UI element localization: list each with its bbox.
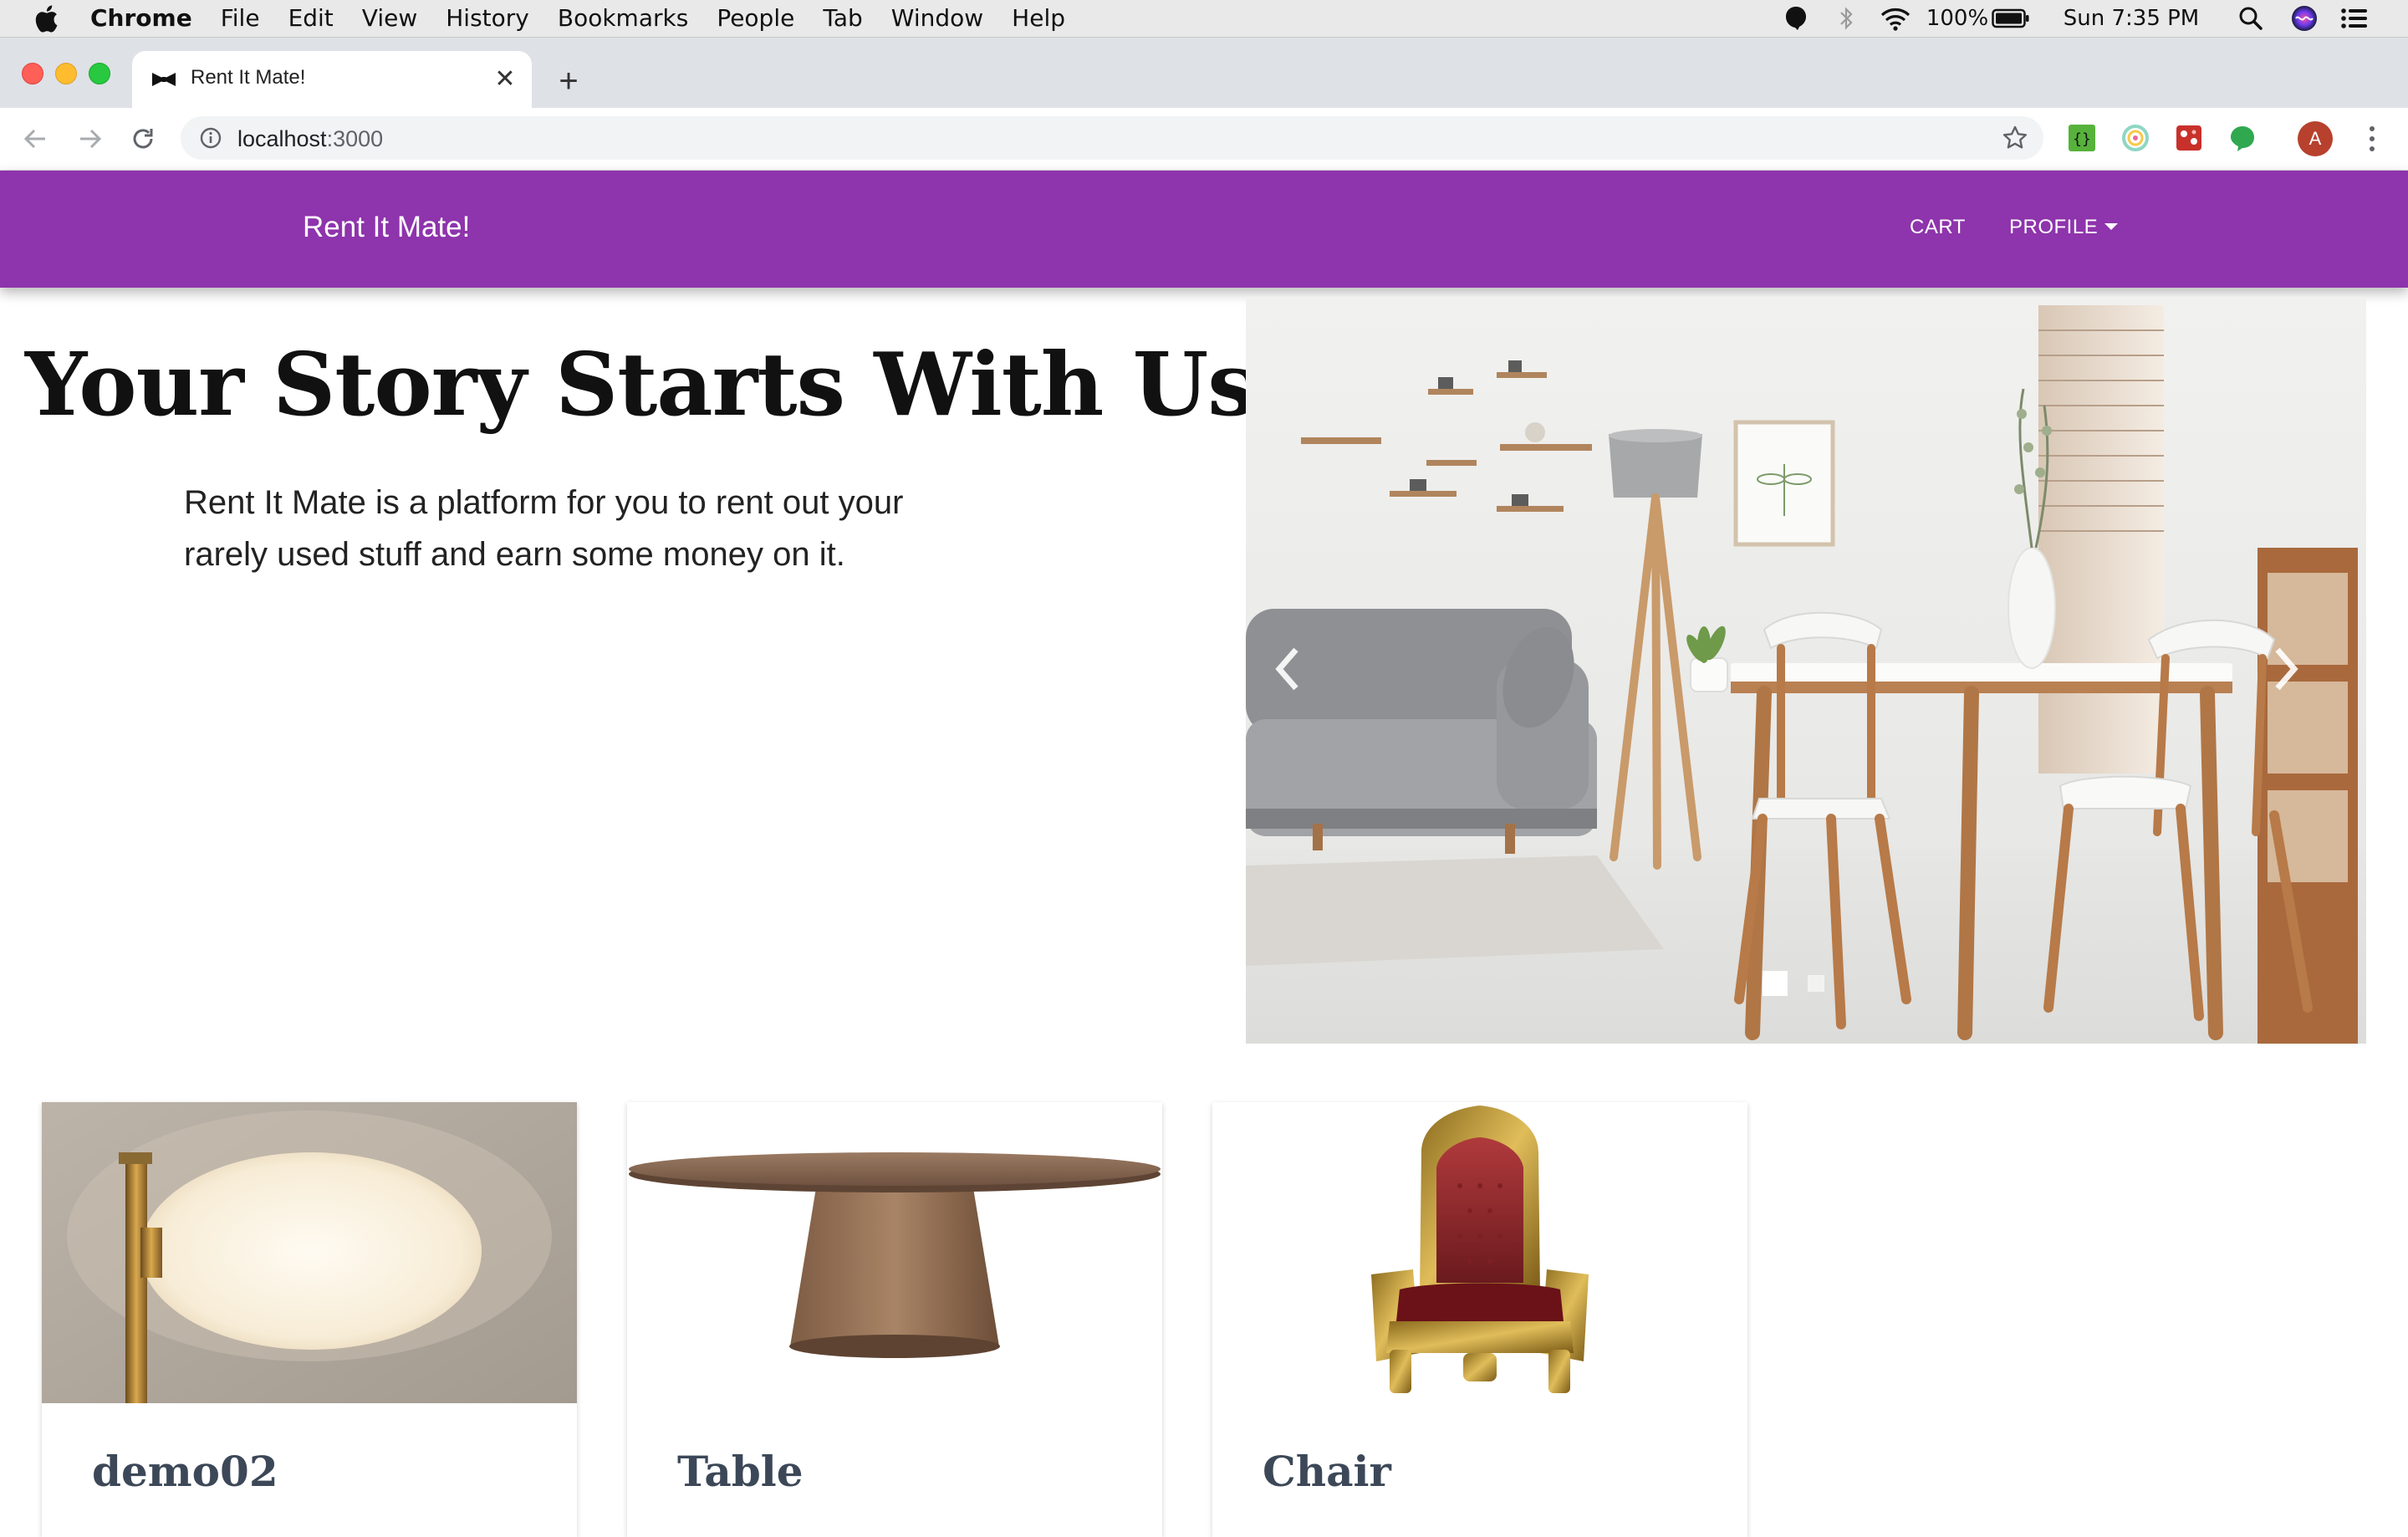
menu-tab[interactable]: Tab: [809, 0, 876, 37]
menu-file[interactable]: File: [207, 0, 274, 37]
profile-dropdown[interactable]: PROFILE: [2009, 216, 2119, 239]
color-picker-icon[interactable]: [2120, 123, 2150, 153]
menu-items: Chrome File Edit View History Bookmarks …: [90, 0, 1079, 37]
product-card-demo02[interactable]: demo02: [42, 1102, 577, 1537]
product-title[interactable]: demo02: [92, 1447, 278, 1496]
carousel-prev-chevron-icon[interactable]: [1263, 631, 1313, 707]
url-port: :3000: [326, 126, 384, 151]
carousel-indicators: [1763, 971, 1824, 996]
window-minimize-button[interactable]: [55, 63, 77, 84]
product-card-chair[interactable]: Chair: [1212, 1102, 1747, 1537]
menu-edit[interactable]: Edit: [274, 0, 348, 37]
product-title[interactable]: Table: [677, 1447, 804, 1496]
window-zoom-button[interactable]: [89, 63, 110, 84]
site-info-icon[interactable]: [199, 126, 222, 150]
siri-icon[interactable]: [2288, 0, 2321, 37]
battery-percent: 100%: [1926, 6, 1989, 31]
tab-title: Rent It Mate!: [191, 66, 306, 89]
caret-down-icon: [2104, 222, 2119, 230]
tab-close-icon[interactable]: ✕: [490, 64, 520, 94]
status-blob-icon[interactable]: [1779, 0, 1813, 37]
url-text[interactable]: localhost:3000: [237, 126, 383, 152]
browser-toolbar: localhost:3000 {} A: [0, 108, 2408, 171]
forward-arrow-icon[interactable]: [70, 120, 109, 158]
green-leaf-icon[interactable]: [2227, 123, 2258, 153]
bluetooth-icon[interactable]: [1831, 0, 1861, 37]
browser-menu-kebab-icon[interactable]: [2360, 123, 2385, 155]
image-carousel[interactable]: [1246, 297, 2366, 1044]
brand-link[interactable]: Rent It Mate!: [303, 211, 470, 244]
product-card-table[interactable]: Table: [627, 1102, 1162, 1537]
puzzle-extension-icon[interactable]: [2174, 123, 2204, 153]
profile-avatar[interactable]: A: [2298, 121, 2333, 156]
bow-tie-favicon-icon: [152, 73, 176, 86]
back-arrow-icon[interactable]: [17, 120, 55, 158]
carousel-indicator-1[interactable]: [1763, 971, 1788, 996]
carousel-next-chevron-icon[interactable]: [2261, 631, 2311, 707]
window-close-button[interactable]: [22, 63, 43, 84]
menu-view[interactable]: View: [348, 0, 431, 37]
notification-center-icon[interactable]: [2338, 0, 2371, 37]
new-tab-plus-icon[interactable]: +: [550, 64, 587, 101]
hero-headline: Your Story Starts With Us.: [25, 333, 1286, 436]
menu-help[interactable]: Help: [997, 0, 1079, 37]
menu-window[interactable]: Window: [877, 0, 997, 37]
bookmark-star-icon[interactable]: [2002, 125, 2028, 151]
living-room-slide-image: [1246, 297, 2366, 1044]
menu-people[interactable]: People: [702, 0, 809, 37]
profile-link-label: PROFILE: [2009, 216, 2099, 238]
carousel-indicator-2[interactable]: [1808, 975, 1824, 992]
menu-clock[interactable]: Sun 7:35 PM: [2052, 0, 2211, 37]
hero-description: Rent It Mate is a platform for you to re…: [184, 484, 904, 573]
macos-menu-bar: Chrome File Edit View History Bookmarks …: [0, 0, 2408, 38]
address-bar[interactable]: localhost:3000: [181, 116, 2043, 160]
browser-tab-active[interactable]: Rent It Mate! ✕: [132, 51, 532, 108]
spotlight-search-icon[interactable]: [2234, 0, 2268, 37]
browser-tab-strip: Rent It Mate! ✕ +: [0, 38, 2408, 108]
json-viewer-icon[interactable]: {}: [2067, 123, 2097, 153]
product-title[interactable]: Chair: [1263, 1447, 1391, 1496]
menu-bookmarks[interactable]: Bookmarks: [543, 0, 702, 37]
wifi-icon[interactable]: [1876, 0, 1915, 37]
url-host: localhost: [237, 126, 327, 151]
cart-link[interactable]: CART: [1910, 216, 1966, 239]
product-image-lamp: [42, 1102, 577, 1403]
product-image-throne-chair: [1212, 1102, 1747, 1403]
reload-icon[interactable]: [124, 120, 162, 158]
menu-history[interactable]: History: [431, 0, 543, 37]
svg-text:{}: {}: [2073, 130, 2091, 148]
app-navbar: Rent It Mate! CART PROFILE: [0, 171, 2408, 288]
apple-logo-icon[interactable]: [33, 3, 59, 33]
product-image-table: [627, 1102, 1162, 1403]
battery-icon[interactable]: [1990, 0, 2032, 37]
menu-app-name[interactable]: Chrome: [90, 0, 207, 37]
